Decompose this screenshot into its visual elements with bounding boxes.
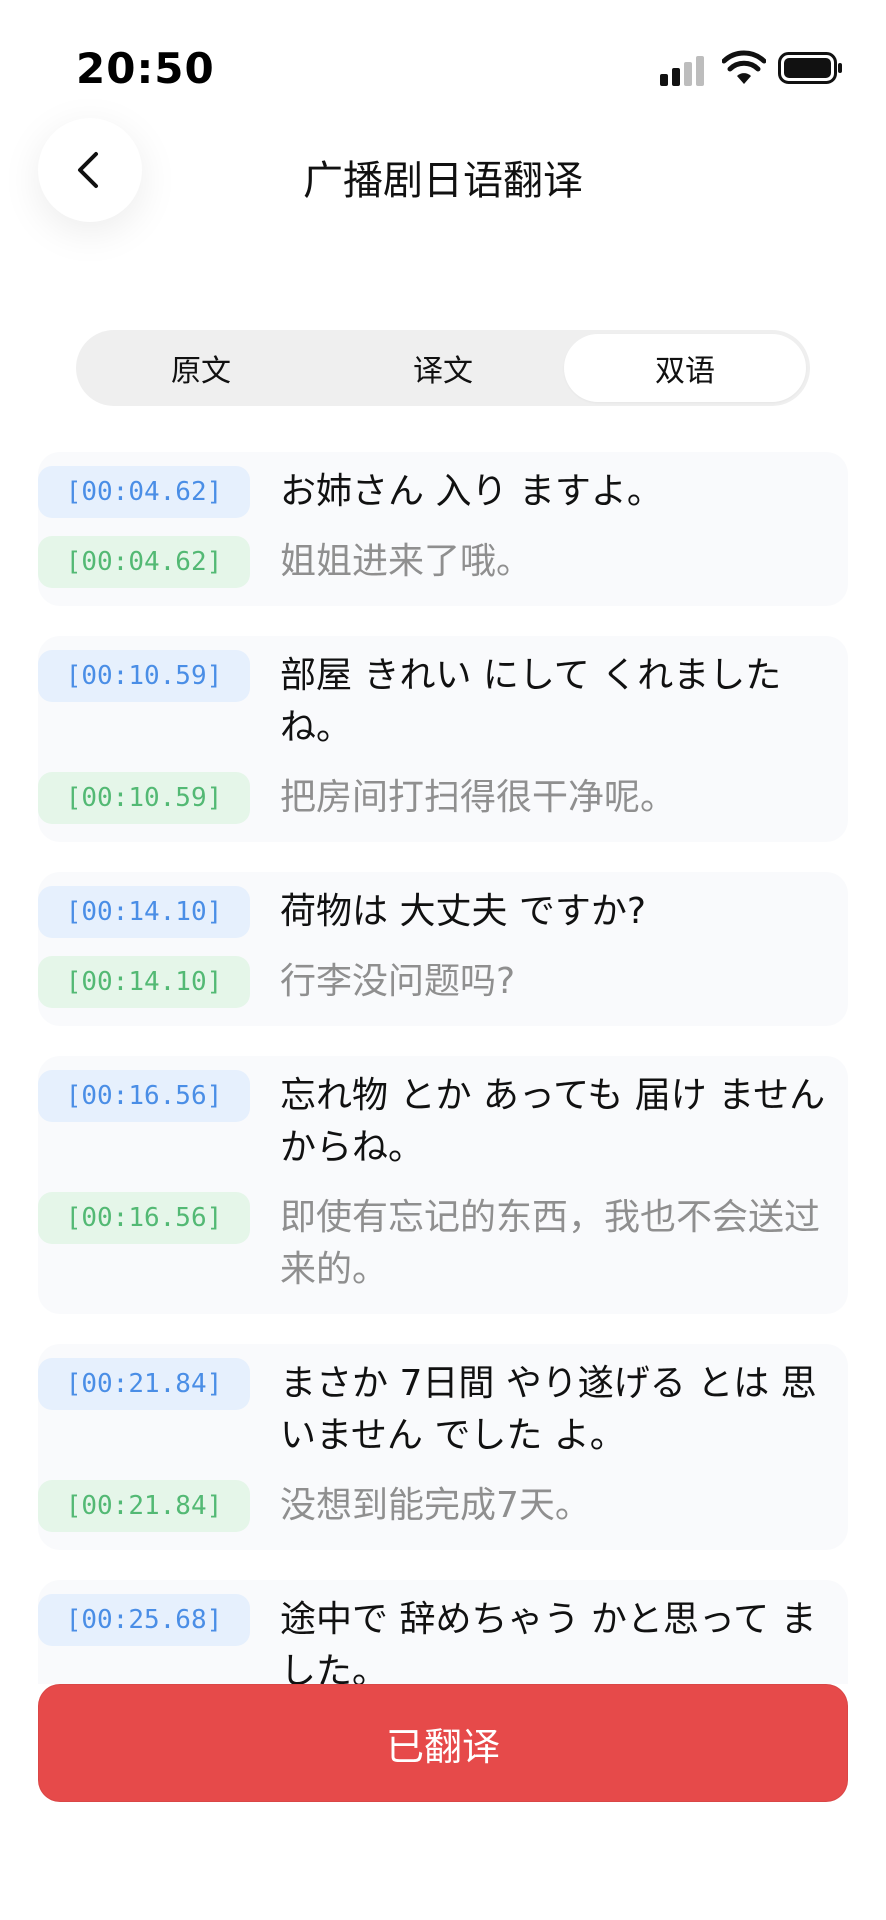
jp-text: 途中で 辞めちゃう かと思って ました。 xyxy=(280,1599,817,1684)
subtitle-entry: [00:14.10] 荷物は 大丈夫 ですか? [00:14.10] 行李没问题吗? xyxy=(38,872,848,1026)
jp-timestamp: [00:25.68] xyxy=(38,1594,250,1646)
wifi-icon xyxy=(722,50,766,84)
cn-text: 行李没问题吗? xyxy=(280,961,516,1002)
cn-timestamp: [00:14.10] xyxy=(38,956,250,1008)
tab-bilingual[interactable]: 双语 xyxy=(564,334,806,402)
battery-icon xyxy=(778,52,842,84)
jp-timestamp: [00:16.56] xyxy=(38,1070,250,1122)
cn-text: 把房间打扫得很干净呢。 xyxy=(280,777,677,818)
subtitle-entry: [00:16.56] 忘れ物 とか あっても 届け ません からね。 [00:16… xyxy=(38,1056,848,1314)
subtitle-entry: [00:04.62] お姉さん 入り ますよ。 [00:04.62] 姐姐进来了哦。 xyxy=(38,452,848,606)
subtitle-entry: [00:10.59] 部屋 きれい にして くれました ね。 [00:10.59]… xyxy=(38,636,848,842)
cn-timestamp: [00:16.56] xyxy=(38,1192,250,1244)
jp-timestamp: [00:04.62] xyxy=(38,466,250,518)
jp-timestamp: [00:10.59] xyxy=(38,650,250,702)
jp-text: お姉さん 入り ますよ。 xyxy=(280,471,663,512)
subtitle-entry: [00:21.84] まさか 7日間 やり遂げる とは 思いません でした よ。 … xyxy=(38,1344,848,1550)
page-title: 广播剧日语翻译 xyxy=(303,158,583,204)
signal-icon xyxy=(660,56,704,86)
jp-timestamp: [00:14.10] xyxy=(38,886,250,938)
subtitle-list[interactable]: [00:04.62] お姉さん 入り ますよ。 [00:04.62] 姐姐进来了哦。… xyxy=(38,452,848,1684)
jp-text: 荷物は 大丈夫 ですか? xyxy=(280,891,646,932)
jp-timestamp: [00:21.84] xyxy=(38,1358,250,1410)
cn-text: 没想到能完成7天。 xyxy=(280,1485,591,1526)
status-bar: 20:50 xyxy=(0,0,886,130)
status-time: 20:50 xyxy=(76,44,215,93)
jp-text: 忘れ物 とか あっても 届け ません からね。 xyxy=(280,1075,826,1168)
cn-timestamp: [00:04.62] xyxy=(38,536,250,588)
tab-original[interactable]: 原文 xyxy=(80,334,322,402)
tab-translation[interactable]: 译文 xyxy=(322,334,564,402)
cn-text: 即使有忘记的东西，我也不会送过来的。 xyxy=(280,1197,821,1290)
jp-text: 部屋 きれい にして くれました ね。 xyxy=(280,655,782,748)
cn-timestamp: [00:21.84] xyxy=(38,1480,250,1532)
translated-button[interactable]: 已翻译 xyxy=(38,1684,848,1802)
cn-text: 姐姐进来了哦。 xyxy=(280,541,533,582)
view-mode-tabs: 原文 译文 双语 xyxy=(76,330,810,406)
jp-text: まさか 7日間 やり遂げる とは 思いません でした よ。 xyxy=(280,1363,817,1456)
subtitle-entry: [00:25.68] 途中で 辞めちゃう かと思って ました。 xyxy=(38,1580,848,1684)
cn-timestamp: [00:10.59] xyxy=(38,772,250,824)
